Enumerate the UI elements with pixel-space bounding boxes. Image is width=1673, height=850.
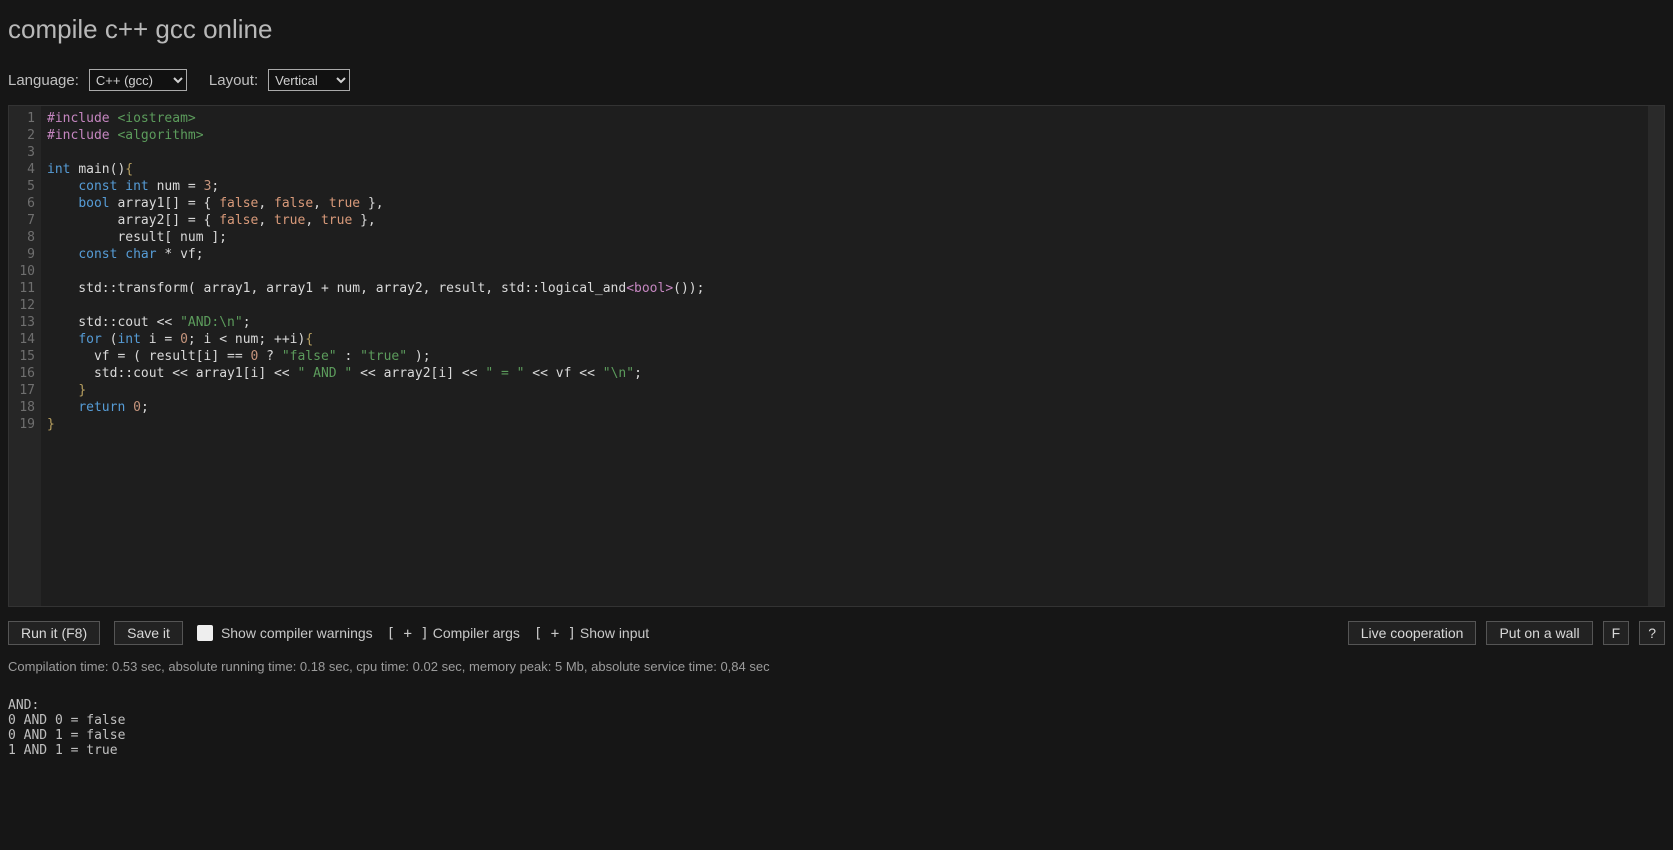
code-line[interactable]: for (int i = 0; i < num; ++i){ bbox=[47, 331, 1642, 348]
line-number: 15 bbox=[13, 348, 35, 365]
code-line[interactable] bbox=[47, 297, 1642, 314]
put-on-wall-button[interactable]: Put on a wall bbox=[1486, 621, 1592, 645]
program-output: AND: 0 AND 0 = false 0 AND 1 = false 1 A… bbox=[8, 698, 1665, 758]
line-number: 13 bbox=[13, 314, 35, 331]
code-line[interactable] bbox=[47, 144, 1642, 161]
help-button[interactable]: ? bbox=[1639, 621, 1665, 645]
language-label: Language: bbox=[8, 72, 79, 89]
code-line[interactable]: return 0; bbox=[47, 399, 1642, 416]
status-line: Compilation time: 0.53 sec, absolute run… bbox=[8, 659, 1665, 674]
layout-select[interactable]: Vertical bbox=[268, 69, 350, 91]
line-number: 4 bbox=[13, 161, 35, 178]
line-number: 9 bbox=[13, 246, 35, 263]
compiler-args-toggle[interactable]: [ + ] bbox=[387, 626, 429, 642]
show-warnings-checkbox[interactable] bbox=[197, 625, 213, 641]
show-input-toggle[interactable]: [ + ] bbox=[534, 626, 576, 642]
line-number: 19 bbox=[13, 416, 35, 433]
line-number: 14 bbox=[13, 331, 35, 348]
run-button[interactable]: Run it (F8) bbox=[8, 621, 100, 645]
line-number: 3 bbox=[13, 144, 35, 161]
editor-scrollbar[interactable] bbox=[1648, 106, 1664, 606]
line-number: 12 bbox=[13, 297, 35, 314]
toolbar: Language: C++ (gcc) Layout: Vertical bbox=[8, 69, 1665, 91]
save-button[interactable]: Save it bbox=[114, 621, 183, 645]
fullscreen-button[interactable]: F bbox=[1603, 621, 1630, 645]
line-number: 2 bbox=[13, 127, 35, 144]
code-line[interactable]: std::transform( array1, array1 + num, ar… bbox=[47, 280, 1642, 297]
line-number: 17 bbox=[13, 382, 35, 399]
line-number: 7 bbox=[13, 212, 35, 229]
code-line[interactable] bbox=[47, 263, 1642, 280]
line-number: 11 bbox=[13, 280, 35, 297]
show-input-label[interactable]: Show input bbox=[580, 625, 649, 641]
code-line[interactable]: std::cout << "AND:\n"; bbox=[47, 314, 1642, 331]
code-line[interactable]: std::cout << array1[i] << " AND " << arr… bbox=[47, 365, 1642, 382]
line-number: 6 bbox=[13, 195, 35, 212]
code-line[interactable]: const char * vf; bbox=[47, 246, 1642, 263]
line-number: 8 bbox=[13, 229, 35, 246]
code-area[interactable]: #include <iostream>#include <algorithm> … bbox=[41, 106, 1648, 606]
code-editor[interactable]: 12345678910111213141516171819 #include <… bbox=[8, 105, 1665, 607]
line-number: 18 bbox=[13, 399, 35, 416]
code-line[interactable]: } bbox=[47, 382, 1642, 399]
language-select[interactable]: C++ (gcc) bbox=[89, 69, 187, 91]
live-cooperation-button[interactable]: Live cooperation bbox=[1348, 621, 1477, 645]
code-line[interactable]: int main(){ bbox=[47, 161, 1642, 178]
line-number: 1 bbox=[13, 110, 35, 127]
code-line[interactable]: } bbox=[47, 416, 1642, 433]
code-line[interactable]: vf = ( result[i] == 0 ? "false" : "true"… bbox=[47, 348, 1642, 365]
code-line[interactable]: #include <algorithm> bbox=[47, 127, 1642, 144]
show-warnings-label: Show compiler warnings bbox=[221, 625, 373, 641]
code-line[interactable]: #include <iostream> bbox=[47, 110, 1642, 127]
compiler-args-label[interactable]: Compiler args bbox=[433, 625, 520, 641]
code-line[interactable]: bool array1[] = { false, false, true }, bbox=[47, 195, 1642, 212]
line-number: 5 bbox=[13, 178, 35, 195]
line-number: 16 bbox=[13, 365, 35, 382]
line-number: 10 bbox=[13, 263, 35, 280]
layout-label: Layout: bbox=[209, 72, 258, 89]
code-line[interactable]: const int num = 3; bbox=[47, 178, 1642, 195]
line-number-gutter: 12345678910111213141516171819 bbox=[9, 106, 41, 606]
code-line[interactable]: array2[] = { false, true, true }, bbox=[47, 212, 1642, 229]
page-title: compile c++ gcc online bbox=[8, 14, 1665, 45]
controls-bar: Run it (F8) Save it Show compiler warnin… bbox=[8, 621, 1665, 645]
code-line[interactable]: result[ num ]; bbox=[47, 229, 1642, 246]
